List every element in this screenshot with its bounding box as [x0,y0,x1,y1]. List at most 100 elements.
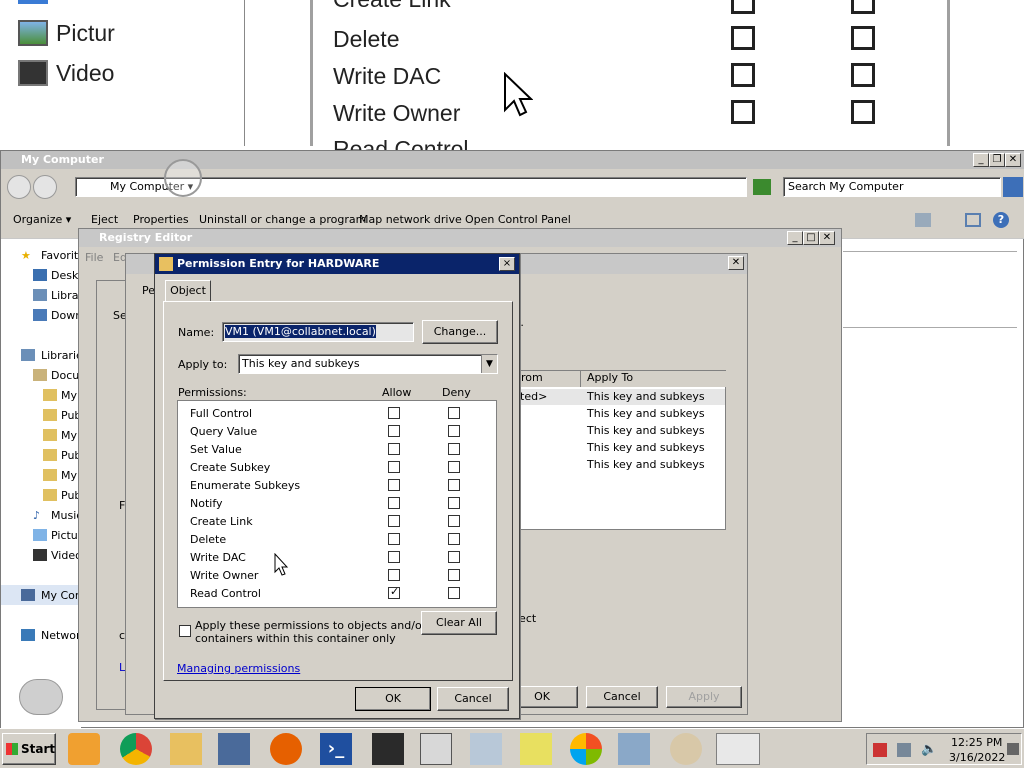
search-icon[interactable] [1003,177,1023,197]
checkbox-deny[interactable] [448,587,460,599]
forward-button[interactable] [33,175,57,199]
explorer-icon[interactable] [170,733,202,765]
properties-command[interactable]: Properties [133,213,189,226]
map-drive-command[interactable]: Map network drive [359,213,462,226]
action-center-icon[interactable] [873,743,887,757]
registry-title: Registry Editor [79,229,841,247]
address-bar-area: My Computer ▾ Search My Computer [1,159,1024,203]
nav-network[interactable]: Networ [41,629,81,642]
table-header-apply[interactable]: Apply To [581,371,726,387]
checkbox-allow[interactable] [388,461,400,473]
perm-enumerate-subkeys: Enumerate Subkeys [190,479,301,492]
refresh-icon[interactable] [753,179,771,195]
perm-write-dac: Write DAC [190,551,246,564]
firefox-icon[interactable] [270,733,302,765]
search-input[interactable]: Search My Computer [783,177,1001,197]
sticky-notes-icon[interactable] [520,733,552,765]
allow-header: Allow [382,386,412,399]
permissions-close-button[interactable]: ✕ [728,256,744,270]
clock-date[interactable]: 3/16/2022 [949,751,1005,764]
volume-icon[interactable]: 🔈 [921,742,937,757]
solitaire-icon[interactable] [372,733,404,765]
show-desktop-icon[interactable] [1007,743,1019,755]
powershell-icon[interactable]: ›_ [320,733,352,765]
checkbox-deny[interactable] [448,425,460,437]
view-icon[interactable] [915,213,931,227]
tab-object[interactable]: Object [165,280,211,302]
nav-libraries[interactable]: Librarie [41,349,83,362]
checkbox-allow[interactable] [388,515,400,527]
nav-documents[interactable]: Docu [51,369,79,382]
performance-icon[interactable] [420,733,452,765]
checkbox-allow[interactable] [388,425,400,437]
checkbox-allow[interactable] [388,443,400,455]
organize-menu[interactable]: Organize ▾ [13,213,71,226]
clock-time[interactable]: 12:25 PM [951,736,1002,749]
cancel-button[interactable]: Cancel [437,687,509,711]
perm-full-control: Full Control [190,407,253,420]
checkbox-allow[interactable] [388,533,400,545]
checkbox-deny[interactable] [448,407,460,419]
checkbox-deny[interactable] [448,479,460,491]
nav-favorites[interactable]: Favorit [41,249,78,262]
permissions-label: Permissions: [178,386,247,399]
dialog-close-button[interactable]: × [499,257,515,271]
checkbox-allow[interactable] [388,497,400,509]
bg-apply-button[interactable]: Apply [666,686,742,708]
reg-minimize-button[interactable]: _ [787,231,803,245]
nav-folder[interactable]: My [61,389,77,402]
apply-to-select[interactable]: This key and subkeys ▼ [238,354,498,374]
checkbox-deny[interactable] [448,515,460,527]
change-button[interactable]: Change... [422,320,498,344]
close-button[interactable]: ✕ [1005,153,1021,167]
computer-icon[interactable] [218,733,250,765]
preview-pane-icon[interactable] [965,213,981,227]
folder-icon [43,449,57,461]
table-cell: This key and subkeys [587,441,705,454]
menu-file[interactable]: File [85,251,103,264]
checkbox-deny[interactable] [448,443,460,455]
minimize-button[interactable]: _ [973,153,989,167]
reg-close-button[interactable]: ✕ [819,231,835,245]
checkbox-allow[interactable] [388,569,400,581]
checkbox-deny[interactable] [448,533,460,545]
magnified-region: Pictur Video Create Link Delete Write DA… [0,0,1024,150]
folder-icon [159,257,173,271]
help-icon[interactable]: ? [993,212,1009,228]
network-tray-icon[interactable] [897,743,911,757]
checkbox-deny[interactable] [448,569,460,581]
clear-all-button[interactable]: Clear All [421,611,497,635]
nav-folder[interactable]: My [61,429,77,442]
checkbox-allow[interactable] [388,407,400,419]
control-panel-command[interactable]: Open Control Panel [465,213,571,226]
start-button[interactable]: Start [2,733,56,765]
checkbox-deny[interactable] [448,497,460,509]
apply-inherit-checkbox[interactable] [179,625,191,637]
media-player-icon[interactable] [68,733,100,765]
uninstall-command[interactable]: Uninstall or change a program [199,213,366,226]
document-icon[interactable] [470,733,502,765]
reg-maximize-button[interactable]: □ [803,231,819,245]
chrome-icon[interactable] [120,733,152,765]
ok-button[interactable]: OK [355,687,431,711]
zoom-perm-write-dac: Write DAC [333,63,442,89]
checkbox-allow[interactable] [388,479,400,491]
calculator-icon[interactable] [618,733,650,765]
name-field[interactable]: VM1 (VM1@collabnet.local) [222,322,414,342]
checkbox-deny[interactable] [448,551,460,563]
bg-cancel-button[interactable]: Cancel [586,686,658,708]
checkbox-deny[interactable] [448,461,460,473]
eject-command[interactable]: Eject [91,213,118,226]
back-button[interactable] [7,175,31,199]
windows-logo-icon [6,743,18,755]
checkbox-allow[interactable] [388,551,400,563]
nav-folder[interactable]: My [61,469,77,482]
zoom-checkbox [731,26,755,50]
windows-update-icon[interactable] [570,733,602,765]
managing-permissions-link[interactable]: Managing permissions [177,662,300,675]
paint-icon[interactable] [670,733,702,765]
table-header-from[interactable]: rom [517,371,581,387]
regedit-taskbar-button[interactable] [716,733,760,765]
maximize-button[interactable]: ❐ [989,153,1005,167]
checkbox-allow[interactable] [388,585,400,599]
